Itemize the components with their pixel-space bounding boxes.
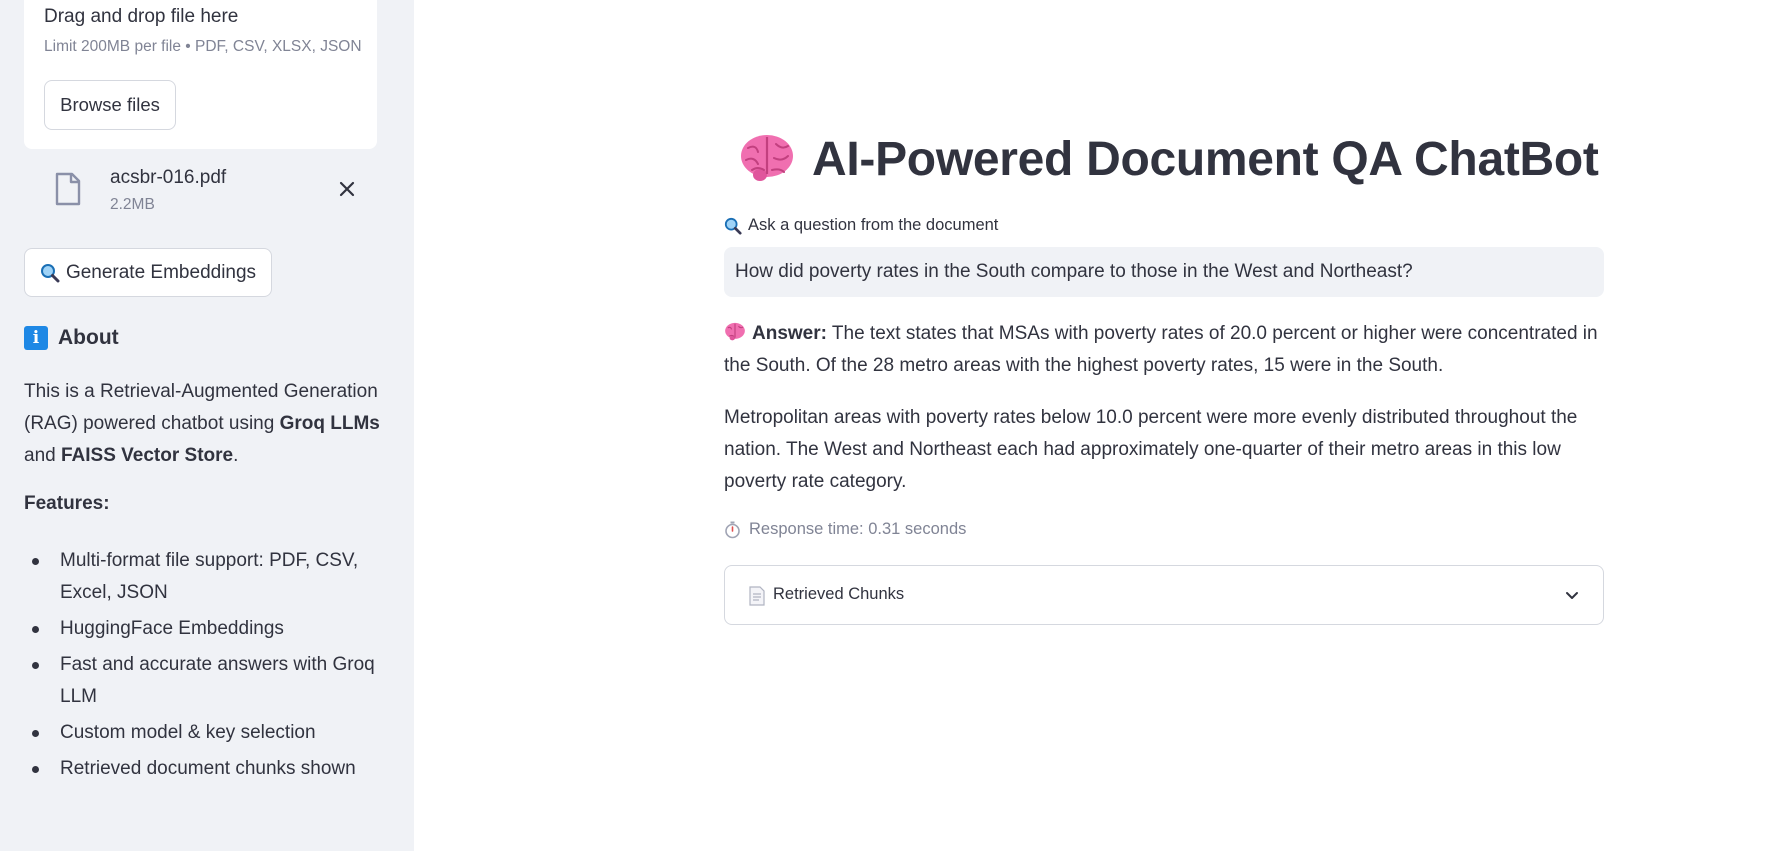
list-item: HuggingFace Embeddings <box>24 613 384 645</box>
about-description: This is a Retrieval-Augmented Generation… <box>24 376 384 472</box>
about-header: i About <box>24 326 119 350</box>
retrieved-chunks-expander[interactable]: Retrieved Chunks <box>724 565 1604 625</box>
about-title: About <box>58 326 119 349</box>
answer-label: Answer: <box>752 323 827 344</box>
chevron-down-icon <box>1566 592 1578 599</box>
answer-text-1: The text states that MSAs with poverty r… <box>724 323 1598 376</box>
expander-label: Retrieved Chunks <box>773 585 905 603</box>
page-title: AI-Powered Document QA ChatBot <box>812 132 1599 186</box>
generate-embeddings-button[interactable]: Generate Embeddings <box>24 248 272 297</box>
generate-embeddings-label: Generate Embeddings <box>65 261 257 283</box>
sidebar: Drag and drop file here Limit 200MB per … <box>0 0 414 851</box>
dropzone-title: Drag and drop file here <box>44 6 239 27</box>
dropzone-limit-text: Limit 200MB per file • PDF, CSV, XLSX, J… <box>44 38 362 55</box>
uploaded-file-name: acsbr-016.pdf <box>110 167 227 188</box>
list-item: Fast and accurate answers with Groq LLM <box>24 649 384 713</box>
remove-file-button[interactable] <box>334 176 360 202</box>
close-icon <box>339 181 355 197</box>
question-label: Ask a question from the document <box>724 216 998 235</box>
main-content: AI-Powered Document QA ChatBot Ask a que… <box>414 0 1770 851</box>
page-header: AI-Powered Document QA ChatBot <box>738 130 1599 188</box>
list-item: Custom model & key selection <box>24 717 384 749</box>
answer-paragraph-2: Metropolitan areas with poverty rates be… <box>724 407 1578 492</box>
brain-icon <box>741 135 793 181</box>
answer-block: Answer: The text states that MSAs with p… <box>724 318 1614 518</box>
browse-files-button[interactable]: Browse files <box>44 80 176 130</box>
answer-paragraph-1: Answer: The text states that MSAs with p… <box>724 318 1614 382</box>
about-text-mid: and <box>24 445 61 466</box>
brain-icon <box>725 322 745 341</box>
question-input[interactable] <box>724 247 1604 297</box>
response-time-text: Response time: 0.31 seconds <box>749 520 967 538</box>
features-label: Features: <box>24 493 110 514</box>
magnifier-icon <box>40 263 60 282</box>
document-icon <box>749 586 765 606</box>
features-list: Multi-format file support: PDF, CSV, Exc… <box>24 545 384 789</box>
info-icon: i <box>24 326 48 350</box>
uploaded-file-item: acsbr-016.pdf 2.2MB <box>24 160 377 220</box>
about-bold-groq: Groq LLMs <box>279 413 380 434</box>
list-item: Retrieved document chunks shown <box>24 753 384 785</box>
stopwatch-icon <box>725 521 740 538</box>
uploaded-file-size: 2.2MB <box>110 196 155 213</box>
magnifier-icon <box>724 217 742 235</box>
about-text-suffix: . <box>233 445 239 466</box>
file-dropzone[interactable]: Drag and drop file here Limit 200MB per … <box>24 0 377 149</box>
about-bold-faiss: FAISS Vector Store <box>60 445 234 466</box>
file-icon <box>55 172 81 206</box>
response-time: Response time: 0.31 seconds <box>724 520 966 539</box>
list-item: Multi-format file support: PDF, CSV, Exc… <box>24 545 384 609</box>
question-label-text: Ask a question from the document <box>748 216 999 234</box>
